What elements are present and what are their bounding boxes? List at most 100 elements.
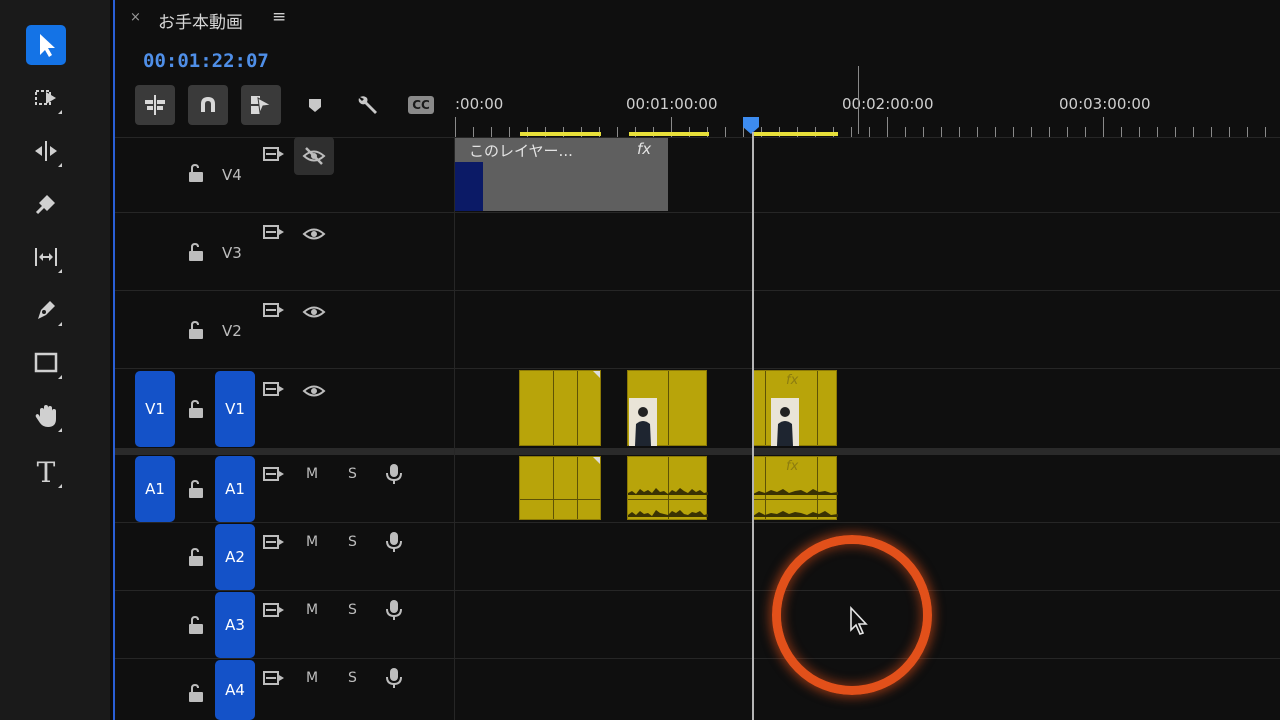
ruler-tick [1157,127,1158,137]
sequence-tab-title[interactable]: お手本動画 [158,8,243,33]
audio-waveform [753,489,838,495]
pen-tool-button[interactable] [26,290,66,330]
lock-icon[interactable] [184,397,208,421]
clip-name: このレイヤー... [469,142,573,160]
sync-lock-icon[interactable] [262,143,286,167]
mute-button[interactable]: M [306,602,318,618]
mute-button[interactable]: M [306,534,318,550]
playhead-handle[interactable] [741,115,761,135]
ruler-tick [941,127,942,137]
close-sequence-button[interactable]: × [130,10,141,25]
lock-icon[interactable] [184,477,208,501]
playhead-timecode[interactable]: 00:01:22:07 [143,50,269,72]
solo-button[interactable]: S [348,670,357,686]
video-clip[interactable]: fx [752,370,837,446]
video-audio-divider[interactable] [115,448,1280,455]
track-name-v4[interactable]: V4 [222,166,242,184]
ruler-tick [1121,127,1122,137]
rectangle-icon [34,352,58,373]
playhead-line[interactable] [752,132,754,720]
timeline-settings-button[interactable] [350,87,386,123]
ruler-tick [977,127,978,137]
microphone-icon[interactable] [382,666,406,690]
snap-button[interactable] [188,85,228,125]
mute-button[interactable]: M [306,466,318,482]
type-tool-button[interactable]: T [26,452,66,492]
track-target-a3[interactable]: A3 [215,592,255,658]
track-target-a2[interactable]: A2 [215,524,255,590]
time-ruler[interactable]: :00:00 00:01:00:00 00:02:00:00 00:03:00:… [455,85,1280,137]
ruler-tick [725,127,726,137]
lock-icon[interactable] [184,240,208,264]
video-clip[interactable] [627,370,707,446]
clip-thumbnail [455,162,483,211]
clip-end-marker [593,457,600,464]
microphone-icon[interactable] [382,462,406,486]
solo-button[interactable]: S [348,466,357,482]
sync-lock-icon[interactable] [262,599,286,623]
audio-clip[interactable]: fx [752,456,838,520]
ruler-tick [491,127,492,137]
clip-end-marker [593,371,600,378]
source-patch-a1[interactable]: A1 [135,456,175,522]
selection-tool-button[interactable] [26,25,66,65]
title-clip-v4[interactable]: このレイヤー... fx [455,138,668,211]
track-name-v3[interactable]: V3 [222,244,242,262]
sync-lock-icon[interactable] [262,531,286,555]
solo-button[interactable]: S [348,602,357,618]
rectangle-tool-button[interactable] [26,343,66,383]
audio-clip[interactable] [627,456,708,520]
add-marker-button[interactable] [297,87,333,123]
track-separator [115,658,1280,659]
eye-off-icon[interactable] [302,144,326,168]
lock-icon[interactable] [184,545,208,569]
rendered-range-bar [629,132,709,136]
mouse-pointer-icon [850,606,868,635]
fx-badge: fx [786,373,799,388]
sync-lock-icon[interactable] [262,667,286,691]
lock-icon[interactable] [184,161,208,185]
ruler-label: 00:03:00:00 [1059,95,1151,113]
slip-icon [35,248,57,266]
ruler-tick [455,117,456,137]
solo-button[interactable]: S [348,534,357,550]
track-target-v1[interactable]: V1 [215,371,255,447]
track-select-tool-button[interactable] [26,78,66,118]
linked-selection-icon [251,96,273,115]
microphone-icon[interactable] [382,598,406,622]
razor-icon [35,195,55,215]
ripple-edit-icon [35,141,57,161]
sync-lock-icon[interactable] [262,463,286,487]
razor-tool-button[interactable] [26,184,66,224]
lock-icon[interactable] [184,613,208,637]
ripple-edit-tool-button[interactable] [26,131,66,171]
video-clip[interactable] [519,370,601,446]
sync-lock-icon[interactable] [262,221,286,245]
lock-icon[interactable] [184,681,208,705]
hand-tool-button[interactable] [26,396,66,436]
mute-button[interactable]: M [306,670,318,686]
sync-lock-icon[interactable] [262,378,286,402]
audio-clip[interactable] [519,456,601,520]
lock-icon[interactable] [184,318,208,342]
track-target-a4[interactable]: A4 [215,660,255,720]
tool-group-corner [58,163,62,167]
track-name-v2[interactable]: V2 [222,322,242,340]
ruler-tick [1175,127,1176,137]
insert-sequence-button[interactable] [135,85,175,125]
panel-menu-button[interactable]: ≡ [272,7,286,27]
eye-icon[interactable] [302,379,326,403]
ruler-tick [617,127,618,137]
eye-icon[interactable] [302,222,326,246]
track-target-a1[interactable]: A1 [215,456,255,522]
ruler-tick [923,127,924,137]
eye-icon[interactable] [302,300,326,324]
captions-button[interactable]: CC [403,87,439,123]
ruler-tick [869,127,870,137]
source-patch-v1[interactable]: V1 [135,371,175,447]
slip-tool-button[interactable] [26,237,66,277]
ruler-label: 00:01:00:00 [626,95,718,113]
microphone-icon[interactable] [382,530,406,554]
sync-lock-icon[interactable] [262,299,286,323]
linked-selection-button[interactable] [241,85,281,125]
